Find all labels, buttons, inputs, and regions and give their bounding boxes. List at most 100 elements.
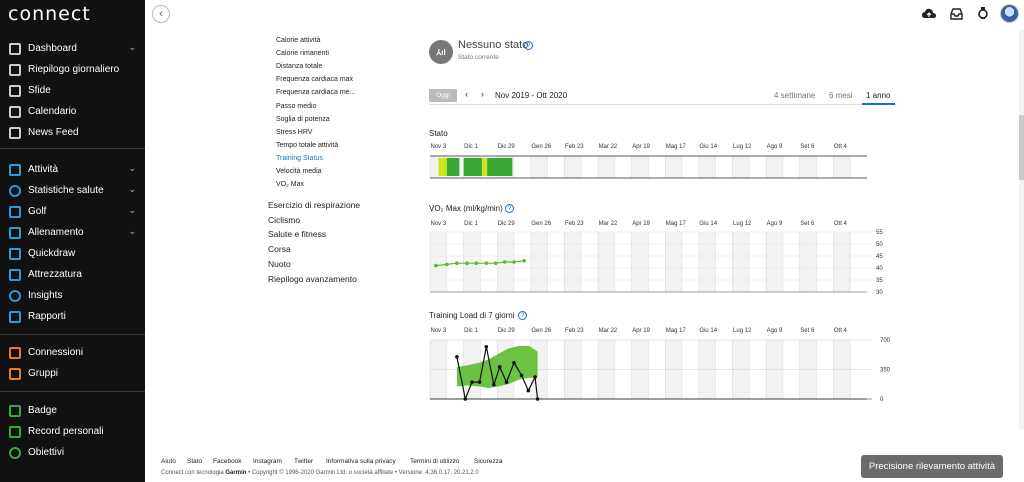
x-tick-label: Lug 12	[733, 144, 752, 150]
grid-column	[430, 232, 447, 292]
status-segment	[446, 158, 460, 176]
vo2max-point	[465, 261, 469, 266]
training-load-point	[455, 355, 459, 359]
x-tick-label: Mag 17	[666, 144, 687, 150]
footer-link[interactable]: Informativa sulla privacy	[326, 458, 396, 465]
x-tick-label: Apr 19	[632, 221, 650, 227]
vo2max-point	[484, 261, 489, 266]
x-tick-label: Mar 22	[599, 328, 618, 334]
footer-link[interactable]: Instagram	[253, 458, 282, 465]
vo2max-point	[455, 261, 459, 266]
x-tick-label: Nov 3	[431, 144, 447, 150]
grid-column	[732, 156, 750, 178]
grid-column	[833, 156, 851, 178]
vo2max-point	[522, 259, 526, 263]
x-tick-label: Dic 1	[464, 144, 478, 150]
x-tick-label: Feb 23	[565, 328, 584, 334]
x-tick-label: Ott 4	[834, 221, 848, 227]
vo2max-point	[512, 260, 516, 264]
vo2max-point	[434, 263, 438, 268]
x-tick-label: Mar 22	[599, 144, 618, 150]
x-tick-label: Set 6	[800, 221, 815, 227]
status-segment	[438, 158, 447, 176]
x-tick-label: Lug 12	[733, 221, 752, 227]
x-tick-label: Dic 1	[464, 328, 478, 334]
training-load-point	[526, 388, 531, 393]
grid-column	[833, 232, 851, 292]
status-segment	[463, 158, 483, 176]
x-tick-label: Ott 4	[834, 144, 848, 150]
grid-column	[598, 232, 615, 292]
y-tick-label: 35	[876, 278, 883, 284]
y-tick-label: 40	[876, 266, 883, 272]
activity-accuracy-button[interactable]: Precisione rilevamento attività	[861, 455, 1003, 478]
y-tick-label: 50	[876, 242, 883, 248]
footer-copyright: Connect con tecnologia Garmin • Copyrigh…	[161, 470, 479, 476]
x-tick-label: Mar 22	[599, 221, 618, 227]
charts-canvas: Nov 3 Dic 1 Dic 29 Gen 26 Feb 23 Mar 22 Apr 19…	[429, 144, 891, 403]
y-tick-label: 30	[876, 290, 883, 296]
training-load-point	[484, 344, 489, 349]
x-tick-label: Feb 23	[565, 144, 584, 150]
footer-link[interactable]: Stato	[187, 458, 202, 465]
y-tick-label: 45	[876, 254, 883, 260]
x-tick-label: Set 6	[800, 144, 815, 150]
x-tick-label: Dic 29	[498, 144, 516, 150]
grid-column	[530, 232, 548, 292]
x-tick-label: Gen 26	[531, 144, 551, 150]
x-tick-label: Giu 14	[699, 328, 717, 334]
training-load-point	[533, 375, 537, 379]
vo2max-point	[445, 262, 449, 267]
grid-column	[698, 232, 716, 292]
training-load-point	[470, 380, 474, 384]
training-load-point	[512, 360, 516, 365]
x-tick-label: Ago 9	[767, 221, 783, 227]
grid-column	[799, 232, 817, 292]
y-tick-label: 0	[880, 397, 884, 403]
grid-column	[564, 232, 582, 292]
grid-column	[766, 232, 783, 292]
footer-link[interactable]: Termini di utilizzo	[410, 458, 460, 465]
x-tick-label: Nov 3	[431, 328, 447, 334]
vo2max-point	[502, 260, 507, 264]
grid-column	[732, 232, 750, 292]
training-load-point	[497, 365, 502, 369]
grid-column	[564, 156, 582, 178]
grid-column	[631, 232, 649, 292]
status-segment	[482, 158, 488, 176]
x-tick-label: Apr 19	[632, 144, 650, 150]
footer-link[interactable]: Facebook	[213, 458, 242, 465]
y-tick-label: 55	[876, 230, 883, 236]
grid-column	[766, 156, 783, 178]
footer-link[interactable]: Sicurezza	[474, 458, 503, 465]
x-tick-label: Giu 14	[699, 221, 717, 227]
status-segment	[487, 158, 513, 176]
x-tick-label: Mag 17	[666, 221, 687, 227]
x-tick-label: Giu 14	[699, 144, 717, 150]
footer-link[interactable]: Aiuto	[161, 458, 176, 465]
y-tick-label: 350	[880, 368, 891, 374]
training-load-point	[535, 397, 540, 401]
y-tick-label: 700	[880, 338, 891, 344]
footer-link[interactable]: Twitter	[294, 458, 313, 465]
x-tick-label: Mag 17	[666, 328, 687, 334]
grid-column	[799, 156, 817, 178]
grid-column	[598, 156, 615, 178]
grid-column	[665, 232, 683, 292]
grid-column	[631, 156, 649, 178]
grid-column	[698, 156, 716, 178]
grid-column	[665, 156, 683, 178]
training-load-point	[519, 373, 524, 378]
x-tick-label: Ago 9	[767, 144, 783, 150]
x-tick-label: Ott 4	[834, 328, 848, 334]
training-load-point	[504, 380, 509, 384]
x-tick-label: Gen 26	[531, 221, 551, 227]
grid-column	[530, 156, 548, 178]
x-tick-label: Set 6	[800, 328, 815, 334]
x-tick-label: Gen 26	[531, 328, 551, 334]
training-load-point	[492, 382, 496, 387]
x-tick-label: Dic 29	[498, 328, 516, 334]
x-tick-label: Feb 23	[565, 221, 584, 227]
x-tick-label: Ago 9	[767, 328, 783, 334]
vo2max-point	[474, 261, 479, 266]
